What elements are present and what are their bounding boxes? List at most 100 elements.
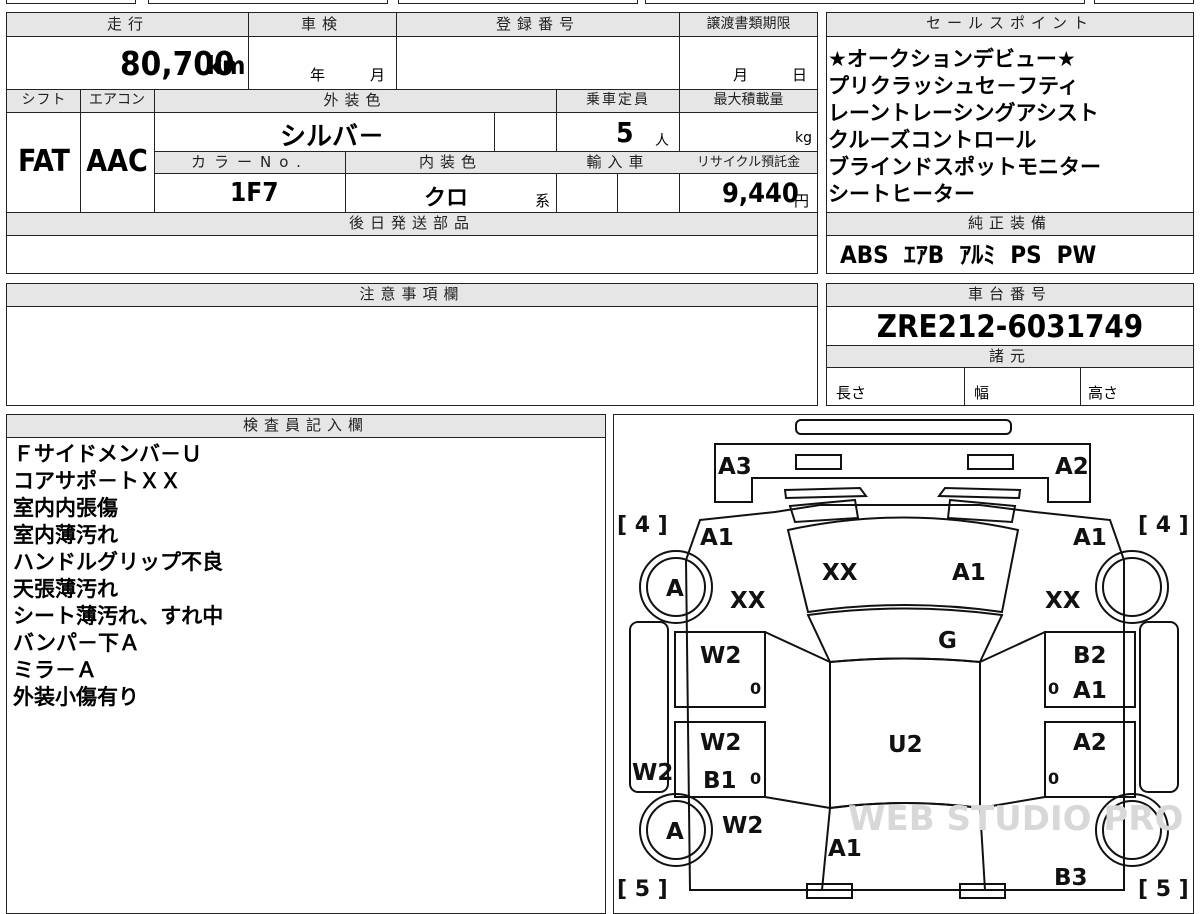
wheel-front-right-inner	[1102, 557, 1162, 617]
damage-mark: A1	[1073, 525, 1107, 551]
ac-value: AAC	[86, 144, 148, 179]
headlight-right	[967, 454, 1014, 470]
damage-mark: W2	[722, 813, 763, 839]
inspector-item: 室内内張傷	[13, 496, 118, 520]
divider	[494, 113, 495, 151]
inspector-item: 天張薄汚れ	[13, 577, 118, 601]
front-lamp-left	[788, 498, 860, 524]
damage-mark: B2	[1073, 643, 1107, 669]
width-label: 幅	[974, 384, 990, 402]
damage-mark: G	[938, 628, 957, 654]
seating-value: 5	[616, 116, 634, 149]
inspector-item: Ｆサイドメンバ－Ｕ	[13, 442, 202, 466]
shaken-month-unit: 月	[370, 66, 386, 84]
recycle-fee-unit: 円	[794, 192, 810, 210]
chassis-header: 車台番号	[827, 284, 1193, 307]
damage-mark: XX	[822, 560, 858, 586]
registration-header: 登録番号	[495, 15, 580, 33]
damage-mark: W2	[700, 730, 741, 756]
exterior-color-value: シルバ－	[280, 122, 385, 152]
divider	[1080, 368, 1081, 406]
windshield-shape	[806, 607, 1004, 664]
divider	[617, 174, 618, 212]
standard-equipment-list: ABS ｴｱB ｱﾙﾐ PS PW	[840, 240, 1096, 270]
damage-mark: B3	[1054, 865, 1088, 891]
watermark: WEB STUDIO PRO	[848, 799, 1183, 839]
notes-header: 注意事項欄	[7, 284, 817, 307]
seating-header: 乗車定員	[586, 92, 650, 108]
top-cut-cell	[398, 0, 638, 4]
sales-point-item: ブラインドスポットモニター	[828, 155, 1101, 179]
car-diagram: WEB STUDIO PRO [ 4 ] [ 4 ] [ 5 ] [ 5 ] A…	[617, 419, 1189, 900]
ac-header: エアコン	[89, 92, 145, 108]
top-cut-cell	[148, 0, 388, 4]
equipment-item: PS	[1010, 241, 1042, 269]
damage-mark: A	[666, 819, 684, 845]
recycle-header: リサイクル預託金	[696, 155, 801, 170]
standard-equipment-header: 純正装備	[827, 213, 1193, 236]
divider	[396, 13, 397, 89]
tire-label-rear-left: [ 5 ]	[617, 877, 668, 900]
damage-mark: A1	[1073, 678, 1107, 704]
transfer-deadline-header: 譲渡書類期限	[706, 16, 791, 32]
side-sill-right-shape	[1139, 621, 1179, 793]
top-cut-cell	[6, 0, 136, 4]
divider	[248, 13, 249, 89]
max-load-header: 最大積載量	[713, 92, 784, 108]
damage-mark: B1	[703, 768, 737, 794]
seating-unit: 人	[655, 133, 669, 149]
pillar-line	[979, 631, 1046, 663]
damage-mark: 0	[750, 769, 761, 788]
pillar-line	[764, 631, 831, 663]
top-cut-cell	[645, 0, 1085, 4]
interior-color-value: クロ	[424, 186, 469, 211]
front-slit-right	[937, 486, 1022, 500]
equipment-item: ｴｱB	[903, 241, 945, 269]
damage-mark: A	[666, 576, 684, 602]
damage-mark: XX	[1045, 588, 1081, 614]
damage-mark: W2	[700, 643, 741, 669]
equipment-item: PW	[1056, 241, 1097, 269]
length-label: 長さ	[836, 384, 867, 402]
import-header: 輸入車	[586, 153, 650, 171]
damage-mark: A1	[952, 560, 986, 586]
damage-mark: A3	[718, 454, 752, 480]
transfer-month-unit: 月	[733, 66, 749, 84]
inspector-item: 外装小傷有り	[13, 685, 139, 709]
front-bumper-shape	[795, 419, 1012, 435]
chassis-number: ZRE212-6031749	[876, 309, 1144, 345]
damage-mark: 0	[1048, 769, 1059, 788]
shift-header: シフト	[21, 92, 67, 108]
shift-value: FAT	[18, 144, 70, 179]
sales-point-item: レーントレーシングアシスト	[828, 101, 1099, 125]
divider	[964, 368, 965, 406]
damage-mark: A2	[1055, 454, 1089, 480]
sales-point-item: ★オークションデビュー★	[828, 47, 1076, 71]
damage-mark: U2	[888, 732, 923, 758]
height-label: 高さ	[1088, 384, 1119, 402]
inspector-item: ハンドルグリップ不良	[13, 550, 223, 574]
specs-header: 諸元	[827, 345, 1193, 368]
sales-point-item: シートヒーター	[828, 182, 975, 206]
tire-label-front-right: [ 4 ]	[1138, 513, 1189, 538]
inspector-item: 室内薄汚れ	[13, 523, 118, 547]
equipment-item: ABS	[840, 241, 889, 269]
equipment-item: ｱﾙﾐ	[959, 241, 996, 269]
pillar-line	[764, 796, 831, 809]
inspector-item: バンパ－下Ａ	[13, 631, 141, 655]
damage-mark: 0	[1048, 679, 1059, 698]
max-load-unit: kg	[795, 130, 812, 146]
damage-mark: A1	[828, 836, 862, 862]
tire-label-front-left: [ 4 ]	[617, 513, 668, 538]
color-no-value: 1F7	[230, 178, 279, 208]
headlight-left	[795, 454, 842, 470]
damage-mark: XX	[730, 588, 766, 614]
damage-mark: 0	[750, 679, 761, 698]
sales-point-item: クルーズコントロール	[828, 128, 1037, 152]
inspector-list: Ｆサイドメンバ－Ｕ コアサポ－トＸＸ 室内内張傷 室内薄汚れ ハンドルグリップ不…	[13, 441, 223, 711]
sales-point-item: プリクラッシュセ－フティ	[828, 74, 1079, 98]
inspector-item: コアサポ－トＸＸ	[13, 469, 181, 493]
mileage-header: 走行	[106, 15, 149, 33]
shaken-header: 車検	[300, 15, 343, 33]
sales-points-header: セールスポイント	[827, 13, 1193, 37]
